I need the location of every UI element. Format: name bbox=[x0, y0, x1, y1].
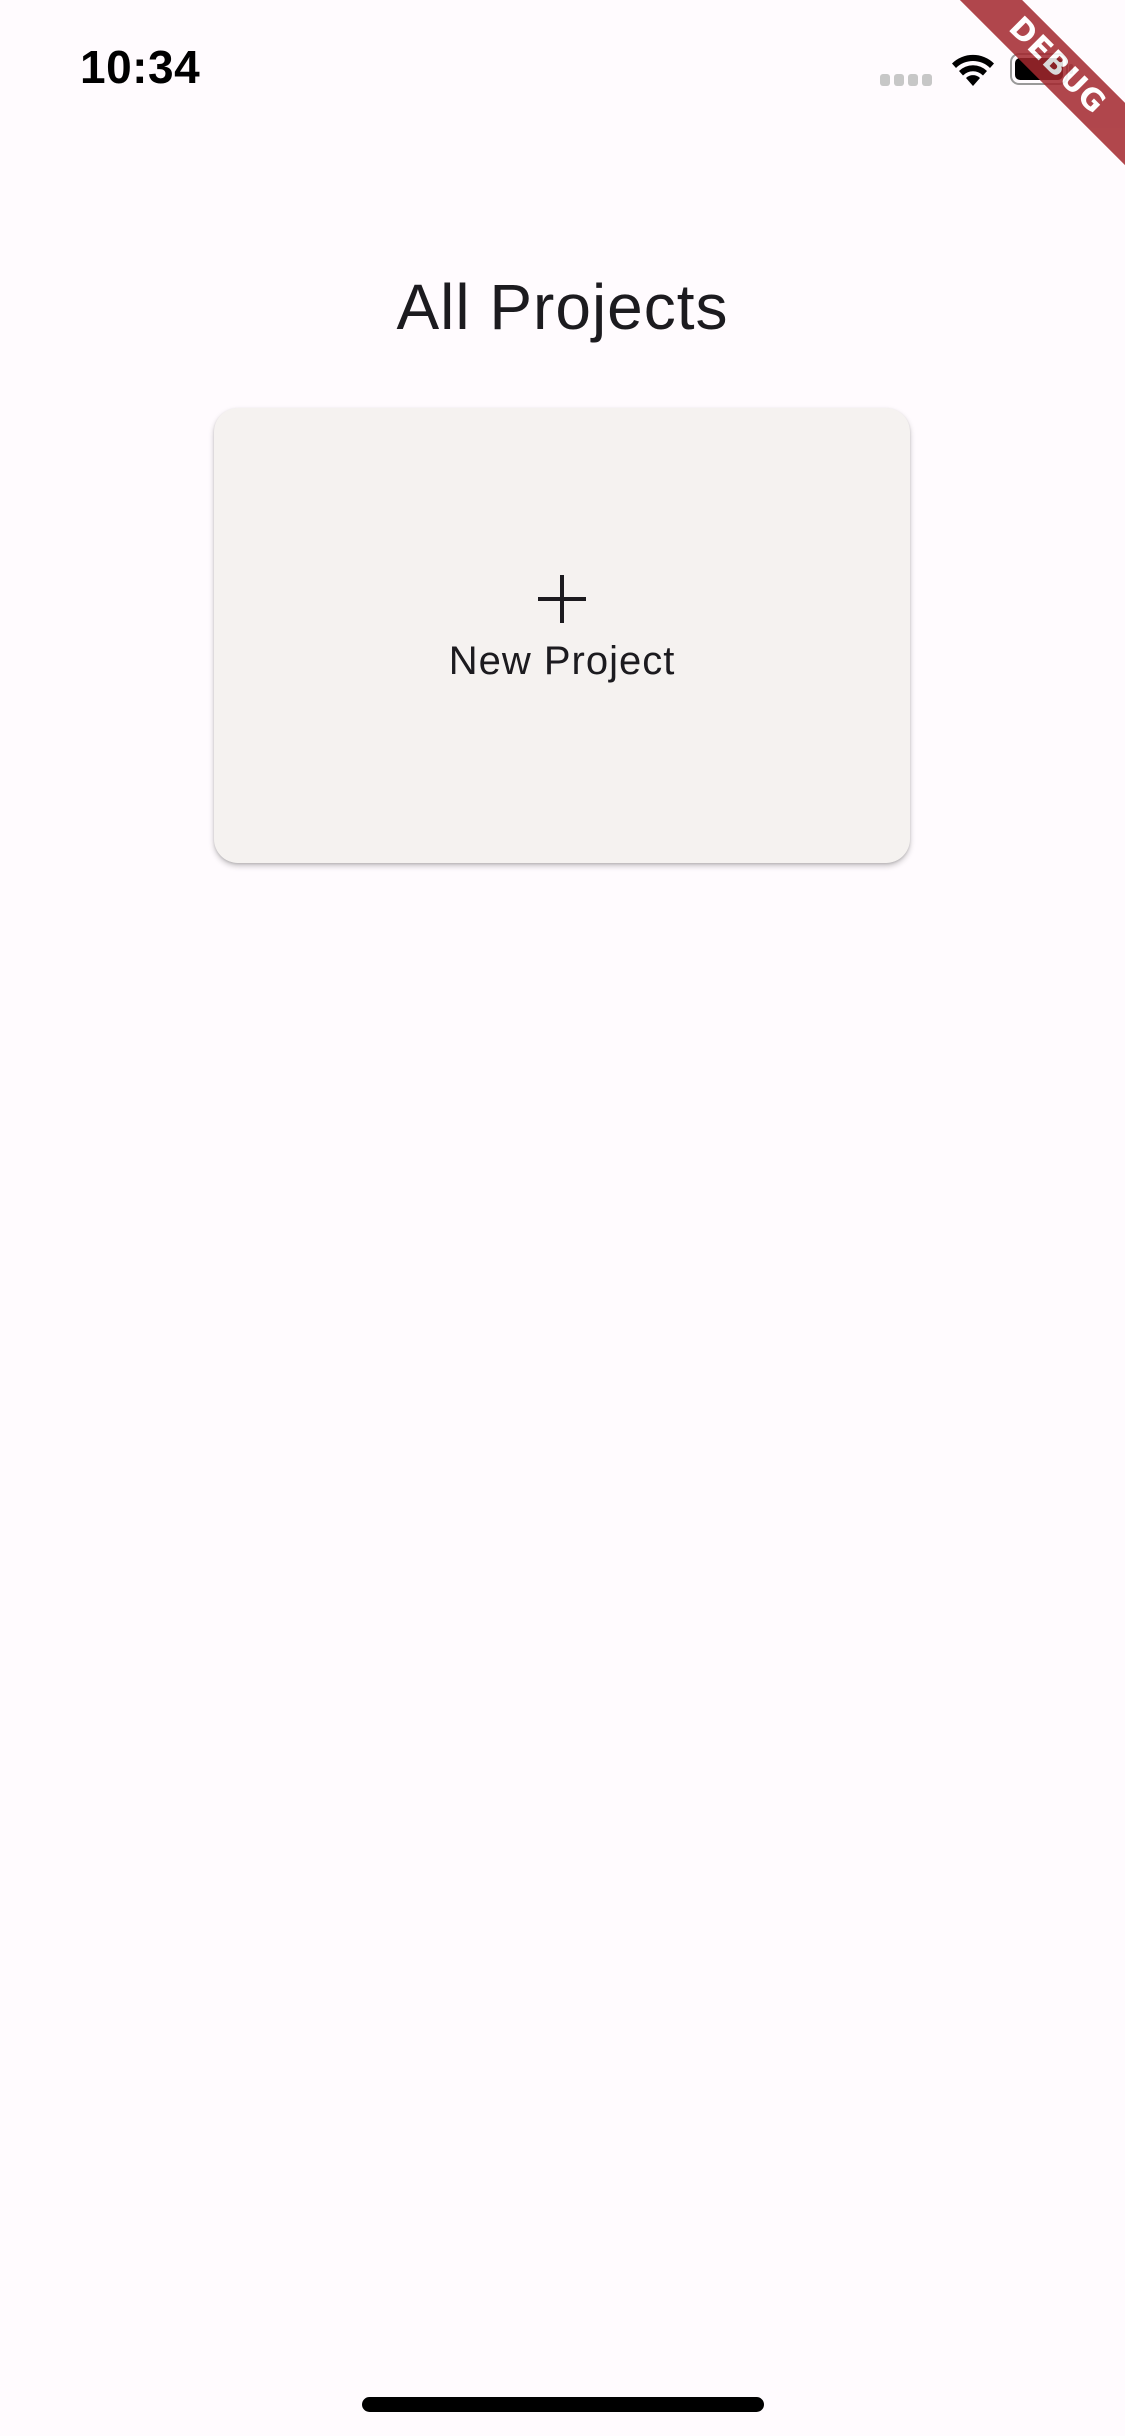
cellular-signal-icon bbox=[880, 74, 934, 86]
debug-banner-label: DEBUG bbox=[949, 0, 1125, 174]
status-time: 10:34 bbox=[80, 41, 201, 93]
home-indicator[interactable] bbox=[362, 2397, 764, 2412]
page-title: All Projects bbox=[396, 271, 729, 343]
debug-banner: DEBUG bbox=[945, 0, 1125, 180]
new-project-card[interactable]: New Project bbox=[214, 408, 910, 863]
plus-icon bbox=[538, 575, 586, 623]
new-project-label: New Project bbox=[448, 639, 676, 683]
